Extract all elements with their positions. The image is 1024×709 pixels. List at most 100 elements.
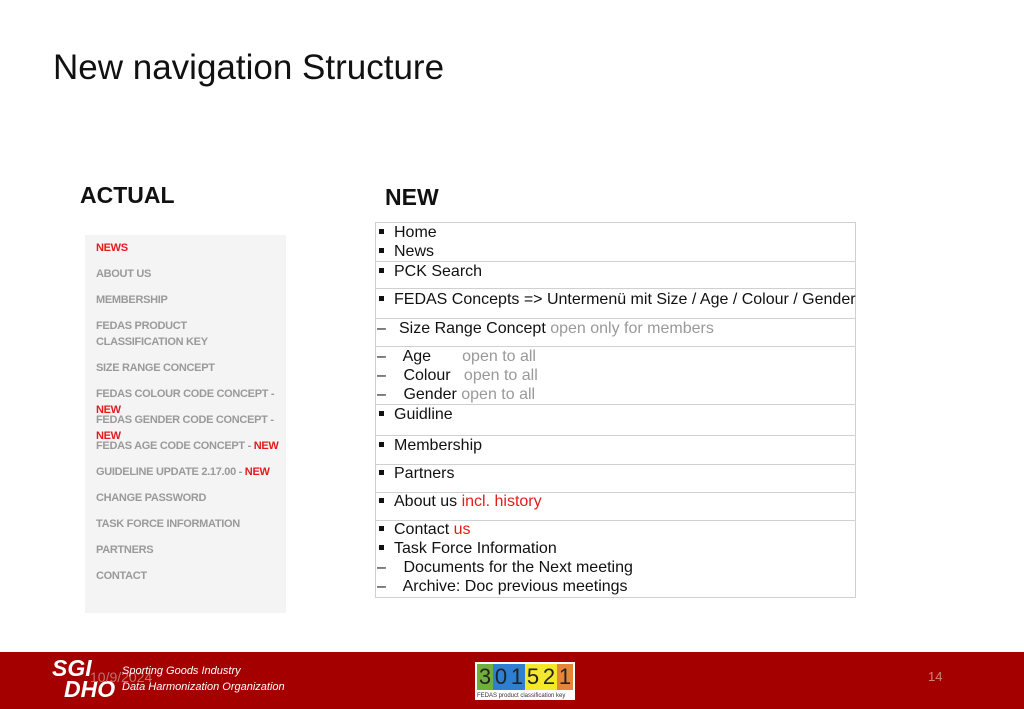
table-row: [376, 223, 855, 262]
menu-item-label: FEDAS AGE CODE CONCEPT -: [96, 440, 254, 452]
item-label: Home: [394, 224, 437, 241]
new-menu-item: News: [376, 243, 434, 261]
bullet-icon: [379, 229, 384, 234]
item-label: FEDAS Concepts => Untermenü mit Size / A…: [394, 291, 856, 308]
bullet-icon: [379, 545, 384, 550]
new-badge: NEW: [253, 440, 279, 452]
item-note: open to all: [431, 348, 536, 365]
item-note: open only for members: [545, 320, 714, 337]
item-label: Size Range Concept: [399, 320, 546, 337]
actual-menu-item: CONTACT: [96, 568, 147, 584]
logo-digit: 5: [525, 664, 541, 690]
menu-item-label: NEWS: [96, 242, 128, 254]
footer: SGI DHO 10/9/2024 Sporting Goods Industr…: [0, 652, 1024, 709]
bullet-icon: [379, 442, 384, 447]
new-menu-item: Task Force Information: [376, 540, 557, 558]
new-menu-item: About us incl. history: [376, 493, 542, 511]
bullet-icon: [379, 498, 384, 503]
item-note: incl. history: [457, 493, 542, 510]
menu-item-label: CLASSIFICATION KEY: [96, 336, 208, 348]
item-label: Age: [399, 348, 432, 365]
actual-menu: NEWS ABOUT US MEMBERSHIP FEDAS PRODUCT CLASS…: [85, 235, 286, 613]
logo-digit: 0: [493, 664, 509, 690]
menu-item-label: FEDAS COLOUR CODE CONCEPT -: [96, 388, 275, 400]
item-label: Partners: [394, 465, 455, 482]
actual-menu-item: FEDAS PRODUCT: [96, 318, 187, 334]
new-menu-item: – Size Range Concept open only for member…: [376, 320, 714, 338]
new-badge: NEW: [244, 466, 270, 478]
new-menu-item: – Gender open to all: [376, 386, 535, 404]
new-menu-item: – Colour open to all: [376, 367, 538, 385]
item-label: Colour: [399, 367, 451, 384]
item-label: Guidline: [394, 406, 453, 423]
logo-digit: 2: [541, 664, 557, 690]
item-label: News: [394, 243, 435, 260]
item-note: open to all: [456, 386, 536, 403]
actual-menu-item: TASK FORCE INFORMATION: [96, 516, 240, 532]
bullet-icon: [379, 411, 384, 416]
bullet-icon: [379, 470, 384, 475]
new-menu-item: PCK Search: [376, 263, 482, 281]
menu-item-label: FEDAS PRODUCT: [96, 320, 187, 332]
actual-menu-item: CLASSIFICATION KEY: [96, 334, 208, 350]
new-menu-item: FEDAS Concepts => Untermenü mit Size / A…: [376, 291, 856, 309]
new-menu-item: Membership: [376, 437, 482, 455]
item-label: About us: [394, 493, 458, 510]
actual-menu-item: SIZE RANGE CONCEPT: [96, 360, 215, 376]
logo-digit: 1: [557, 664, 573, 690]
bullet-icon: [379, 526, 384, 531]
menu-item-label: CONTACT: [96, 570, 147, 582]
new-menu-item: Partners: [376, 465, 454, 483]
actual-menu-item: ABOUT US: [96, 266, 151, 282]
menu-item-label: CHANGE PASSWORD: [96, 492, 207, 504]
bullet-icon: [379, 268, 384, 273]
menu-item-label: TASK FORCE INFORMATION: [96, 518, 240, 530]
item-label: Gender: [399, 386, 457, 403]
new-menu-item: Home: [376, 224, 437, 242]
dash-icon: –: [377, 386, 386, 403]
actual-menu-item: NEWS: [96, 240, 128, 256]
new-menu-item: – Documents for the Next meeting: [376, 559, 633, 577]
item-note: open to all: [450, 367, 538, 384]
item-label: PCK Search: [394, 263, 483, 280]
page-number: 14: [928, 669, 943, 684]
item-label: Membership: [394, 437, 483, 454]
menu-item-label: GUIDELINE UPDATE 2.17.00 -: [96, 466, 245, 478]
actual-menu-item: FEDAS AGE CODE CONCEPT - NEW: [96, 438, 279, 454]
org-line2: Data Harmonization Organization: [122, 681, 285, 693]
new-menu-table: Home News PCK Search FEDAS Concepts => Unte…: [375, 222, 856, 598]
org-line1: Sporting Goods Industry: [122, 665, 241, 677]
actual-menu-item: CHANGE PASSWORD: [96, 490, 207, 506]
new-menu-item: – Age open to all: [376, 348, 536, 366]
actual-menu-item: PARTNERS: [96, 542, 154, 558]
fedas-pck-logo: FEDAS product classification key 3 0 1 5 2 1: [475, 662, 575, 700]
bullet-icon: [379, 248, 384, 253]
actual-menu-item: GUIDELINE UPDATE 2.17.00 - NEW: [96, 464, 270, 480]
dash-icon: –: [377, 320, 386, 337]
menu-item-label: FEDAS GENDER CODE CONCEPT -: [96, 414, 274, 426]
new-menu-item: – Archive: Doc previous meetings: [376, 578, 628, 596]
menu-item-label: MEMBERSHIP: [96, 294, 168, 306]
dash-icon: –: [377, 559, 386, 576]
menu-item-label: PARTNERS: [96, 544, 154, 556]
item-label: Contact: [394, 521, 450, 538]
item-label: Archive: Doc previous meetings: [399, 578, 628, 595]
menu-item-label: SIZE RANGE CONCEPT: [96, 362, 215, 374]
logo-digit: 1: [509, 664, 525, 690]
new-heading: NEW: [385, 184, 439, 210]
dash-icon: –: [377, 578, 386, 595]
item-label: Documents for the Next meeting: [399, 559, 633, 576]
bullet-icon: [379, 296, 384, 301]
page-title: New navigation Structure: [53, 48, 445, 87]
item-label: Task Force Information: [394, 540, 557, 557]
menu-item-label: ABOUT US: [96, 268, 152, 280]
dash-icon: –: [377, 367, 386, 384]
new-menu-item: Guidline: [376, 406, 453, 424]
actual-heading: ACTUAL: [80, 182, 175, 208]
actual-menu-item: MEMBERSHIP: [96, 292, 168, 308]
logo-digit: 3: [477, 664, 493, 690]
item-note: us: [449, 521, 471, 538]
logo-caption: FEDAS product classification key: [477, 693, 566, 699]
dash-icon: –: [377, 348, 386, 365]
new-menu-item: Contact us: [376, 521, 470, 539]
